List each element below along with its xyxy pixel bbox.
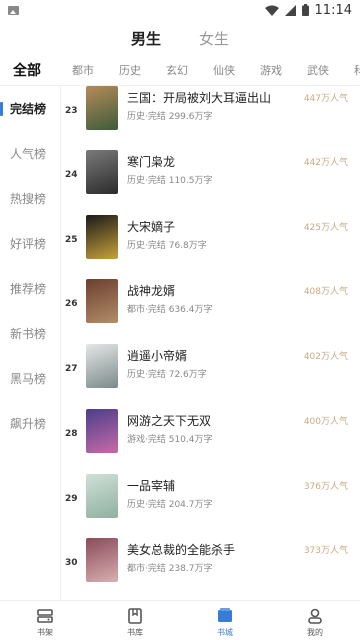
status-icons: 11:14	[264, 2, 352, 18]
book-meta: 历史·完结 76.8万字	[127, 241, 207, 251]
nav-bookstore[interactable]: 书城	[180, 601, 270, 640]
list-item[interactable]: 25 大宋嫡子 历史·完结 76.8万字 425万人气	[61, 215, 360, 273]
category-tab-fantasy[interactable]: 玄幻	[166, 62, 188, 78]
gender-tabs: 男生 女生	[0, 28, 360, 52]
rank-number: 30	[65, 558, 78, 568]
list-item[interactable]: 29 一品宰辅 历史·完结 204.7万字 376万人气	[61, 474, 360, 532]
popularity: 400万人气	[303, 417, 348, 427]
book-meta: 都市·完结 238.7万字	[127, 564, 213, 574]
popularity: 376万人气	[303, 482, 348, 492]
category-tab-wuxia[interactable]: 武侠	[307, 62, 329, 78]
image-notification-icon	[8, 5, 19, 15]
popularity: 447万人气	[303, 94, 348, 104]
book-list: 23 三国：开局被刘大耳逼出山 历史·完结 299.6万字 447万人气 24 …	[60, 86, 360, 600]
sidebar-item-rising[interactable]: 飙升榜	[0, 401, 60, 446]
book-title: 一品宰辅	[127, 479, 176, 493]
nav-bookstore-label: 书城	[217, 628, 233, 637]
book-title: 大宋嫡子	[127, 220, 176, 234]
book-title: 寒门枭龙	[127, 155, 176, 169]
book-meta: 都市·完结 636.4万字	[127, 305, 213, 315]
list-item[interactable]: 28 网游之天下无双 游戏·完结 510.4万字 400万人气	[61, 409, 360, 467]
rank-number: 29	[65, 494, 78, 504]
bookstore-icon	[218, 608, 232, 622]
popularity: 425万人气	[303, 223, 348, 233]
category-tab-game[interactable]: 游戏	[260, 62, 282, 78]
book-meta: 游戏·完结 510.4万字	[127, 435, 213, 445]
list-item[interactable]: 23 三国：开局被刘大耳逼出山 历史·完结 299.6万字 447万人气	[61, 86, 360, 144]
sidebar-item-popular[interactable]: 人气榜	[0, 131, 60, 176]
wifi-icon	[264, 5, 279, 16]
category-tab-urban[interactable]: 都市	[72, 62, 94, 78]
sidebar-item-hot-search[interactable]: 热搜榜	[0, 176, 60, 221]
popularity: 408万人气	[303, 287, 348, 297]
book-cover[interactable]	[86, 150, 118, 194]
book-title: 三国：开局被刘大耳逼出山	[127, 91, 272, 105]
popularity: 402万人气	[303, 352, 348, 362]
tab-female[interactable]: 女生	[199, 28, 229, 52]
category-tab-xianxia[interactable]: 仙侠	[213, 62, 235, 78]
book-cover[interactable]	[86, 538, 118, 582]
rank-number: 23	[65, 106, 78, 116]
book-meta: 历史·完结 204.7万字	[127, 500, 213, 510]
rank-number: 27	[65, 364, 78, 374]
book-cover[interactable]	[86, 344, 118, 388]
status-time: 11:14	[314, 2, 352, 18]
rank-number: 25	[65, 235, 78, 245]
status-bar: 11:14	[0, 0, 360, 20]
rank-number: 26	[65, 299, 78, 309]
battery-icon	[301, 4, 309, 16]
list-item[interactable]: 24 寒门枭龙 历史·完结 110.5万字 442万人气	[61, 150, 360, 208]
book-title: 美女总裁的全能杀手	[127, 543, 236, 557]
book-title: 逍遥小帝婿	[127, 349, 188, 363]
book-cover[interactable]	[86, 215, 118, 259]
category-tabs: 全部 都市 历史 玄幻 仙侠 游戏 武侠 科幻	[0, 58, 360, 82]
rank-sidebar: 完结榜 人气榜 热搜榜 好评榜 推荐榜 新书榜 黑马榜 飙升榜	[0, 86, 60, 600]
category-tab-scifi[interactable]: 科幻	[354, 62, 360, 78]
sidebar-item-recommended[interactable]: 推荐榜	[0, 266, 60, 311]
book-icon	[128, 608, 142, 624]
rank-number: 28	[65, 429, 78, 439]
popularity: 373万人气	[303, 546, 348, 556]
category-tab-history[interactable]: 历史	[119, 62, 141, 78]
rank-number: 24	[65, 170, 78, 180]
book-meta: 历史·完结 72.6万字	[127, 370, 207, 380]
book-cover[interactable]	[86, 474, 118, 518]
profile-icon	[308, 608, 322, 624]
book-title: 战神龙婿	[127, 284, 176, 298]
nav-library-label: 书库	[127, 628, 143, 637]
bookshelf-icon	[37, 609, 53, 623]
sidebar-item-completed[interactable]: 完结榜	[0, 86, 60, 131]
bottom-nav: 书架 书库 书城 我的	[0, 600, 360, 640]
nav-bookshelf[interactable]: 书架	[0, 601, 90, 640]
nav-mine-label: 我的	[307, 628, 323, 637]
tab-male[interactable]: 男生	[131, 28, 161, 52]
sidebar-item-good-reviews[interactable]: 好评榜	[0, 221, 60, 266]
signal-icon	[284, 4, 296, 16]
book-cover[interactable]	[86, 409, 118, 453]
book-cover[interactable]	[86, 279, 118, 323]
sidebar-item-new-books[interactable]: 新书榜	[0, 311, 60, 356]
book-title: 网游之天下无双	[127, 414, 212, 428]
popularity: 442万人气	[303, 158, 348, 168]
list-item[interactable]: 30 美女总裁的全能杀手 都市·完结 238.7万字 373万人气	[61, 538, 360, 596]
book-meta: 历史·完结 299.6万字	[127, 112, 213, 122]
list-item[interactable]: 26 战神龙婿 都市·完结 636.4万字 408万人气	[61, 279, 360, 337]
category-tab-all[interactable]: 全部	[13, 60, 41, 80]
book-meta: 历史·完结 110.5万字	[127, 176, 213, 186]
nav-bookshelf-label: 书架	[37, 628, 53, 637]
sidebar-item-dark-horse[interactable]: 黑马榜	[0, 356, 60, 401]
nav-library[interactable]: 书库	[90, 601, 180, 640]
nav-mine[interactable]: 我的	[270, 601, 360, 640]
list-item[interactable]: 27 逍遥小帝婿 历史·完结 72.6万字 402万人气	[61, 344, 360, 402]
book-cover[interactable]	[86, 86, 118, 130]
